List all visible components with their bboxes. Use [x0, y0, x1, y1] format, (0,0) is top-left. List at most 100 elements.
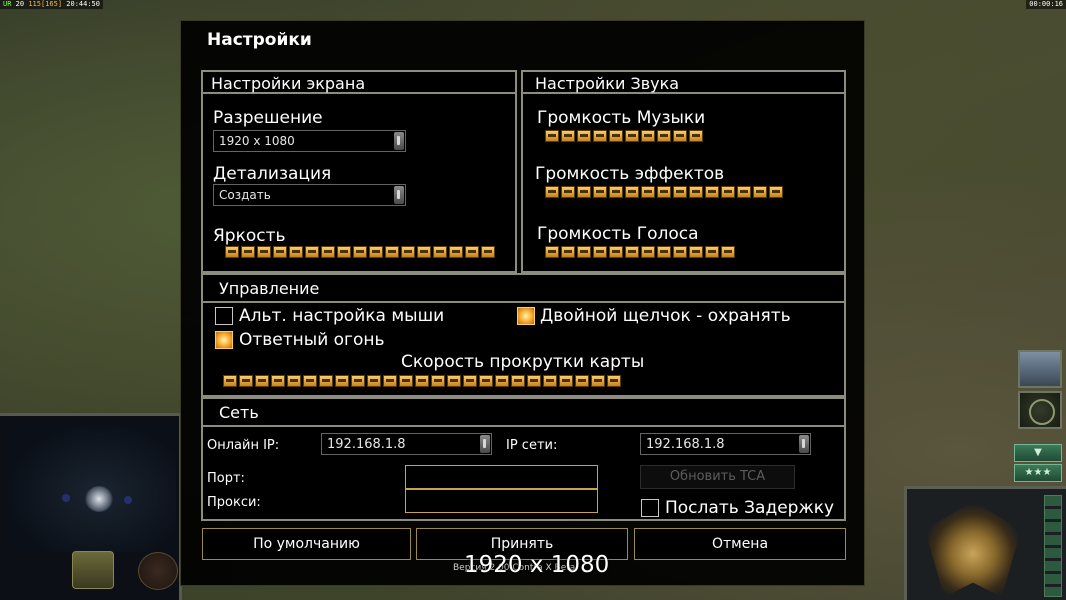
- slider-segment: [591, 375, 605, 387]
- slider-segment: [289, 246, 303, 258]
- slider-segment: [257, 246, 271, 258]
- chevron-down-icon[interactable]: ▼: [1014, 444, 1062, 462]
- slider-segment: [367, 375, 381, 387]
- slider-segment: [673, 246, 687, 258]
- brightness-label: Яркость: [213, 226, 286, 246]
- dropdown-scroll-icon[interactable]: [394, 132, 404, 150]
- slider-segment: [335, 375, 349, 387]
- return-fire-checkbox[interactable]: [215, 331, 233, 349]
- slider-segment: [401, 246, 415, 258]
- minimap-fog-icon: [85, 486, 113, 512]
- slider-segment: [753, 186, 767, 198]
- voice-volume-slider[interactable]: [545, 246, 735, 258]
- resolution-label: Разрешение: [213, 108, 323, 128]
- sound-settings-panel: Настройки Звука Громкость Музыки Громкос…: [521, 70, 846, 273]
- network-panel: Сеть Онлайн IP: 192.168.1.8 IP сети: 192…: [201, 397, 846, 521]
- dropdown-scroll-icon[interactable]: [394, 186, 404, 204]
- dropdown-scroll-icon[interactable]: [480, 435, 490, 453]
- scroll-speed-slider[interactable]: [223, 375, 621, 387]
- slider-segment: [303, 375, 317, 387]
- slider-segment: [545, 186, 559, 198]
- slider-segment: [319, 375, 333, 387]
- slider-segment: [577, 186, 591, 198]
- rank-stars-icon[interactable]: ★★★: [1014, 464, 1062, 482]
- slider-segment: [369, 246, 383, 258]
- slider-segment: [351, 375, 365, 387]
- proxy-label: Прокси:: [207, 495, 261, 510]
- slider-segment: [657, 130, 671, 142]
- minimap-signal-button[interactable]: [138, 552, 178, 590]
- minimap[interactable]: [0, 413, 182, 600]
- port-label: Порт:: [207, 471, 245, 486]
- system-clock: 20:44:50: [66, 0, 100, 8]
- send-delay-checkbox[interactable]: [641, 499, 659, 517]
- slider-segment: [577, 246, 591, 258]
- effects-volume-label: Громкость эффектов: [535, 164, 725, 184]
- network-title: Сеть: [219, 403, 259, 422]
- slider-segment: [689, 246, 703, 258]
- slider-segment: [241, 246, 255, 258]
- scroll-speed-label: Скорость прокрутки карты: [401, 352, 645, 372]
- slider-segment: [321, 246, 335, 258]
- slider-segment: [223, 375, 237, 387]
- window-title: Настройки: [207, 30, 312, 50]
- slider-segment: [561, 246, 575, 258]
- slider-segment: [287, 375, 301, 387]
- slider-segment: [353, 246, 367, 258]
- slider-segment: [657, 186, 671, 198]
- lan-ip-value: 192.168.1.8: [646, 437, 725, 452]
- perf-b: 115: [28, 0, 41, 8]
- slider-segment: [737, 186, 751, 198]
- update-tca-button[interactable]: Обновить TCA: [640, 465, 795, 489]
- proxy-input[interactable]: [405, 489, 598, 513]
- slider-segment: [449, 246, 463, 258]
- slider-segment: [431, 375, 445, 387]
- lan-ip-dropdown[interactable]: 192.168.1.8: [640, 433, 811, 455]
- slider-segment: [561, 130, 575, 142]
- alt-mouse-label: Альт. настройка мыши: [239, 306, 445, 326]
- screen-settings-panel: Настройки экрана Разрешение 1920 x 1080 …: [201, 70, 517, 273]
- music-volume-slider[interactable]: [545, 130, 703, 142]
- online-ip-dropdown[interactable]: 192.168.1.8: [321, 433, 492, 455]
- slider-segment: [607, 375, 621, 387]
- slider-segment: [593, 186, 607, 198]
- slider-segment: [273, 246, 287, 258]
- slider-segment: [385, 246, 399, 258]
- perf-prefix: UR: [3, 0, 12, 8]
- performance-counter: UR 20 115[165] 20:44:50: [0, 0, 103, 9]
- slider-segment: [673, 130, 687, 142]
- resolution-caption: 1920 x 1080: [464, 552, 610, 578]
- slider-segment: [625, 246, 639, 258]
- minimap-diplomacy-button[interactable]: [72, 551, 114, 589]
- port-input[interactable]: [405, 465, 598, 489]
- slider-segment: [641, 130, 655, 142]
- return-fire-label: Ответный огонь: [239, 330, 385, 350]
- slider-segment: [337, 246, 351, 258]
- slider-segment: [495, 375, 509, 387]
- dropdown-scroll-icon[interactable]: [799, 435, 809, 453]
- defaults-button[interactable]: По умолчанию: [202, 528, 411, 560]
- slider-segment: [239, 375, 253, 387]
- alt-mouse-checkbox[interactable]: [215, 307, 233, 325]
- sound-settings-title: Настройки Звука: [535, 74, 680, 93]
- effects-volume-slider[interactable]: [545, 186, 783, 198]
- screen-settings-title: Настройки экрана: [211, 74, 366, 93]
- double-click-guard-checkbox[interactable]: [517, 307, 535, 325]
- resolution-dropdown[interactable]: 1920 x 1080: [213, 130, 406, 152]
- cancel-button[interactable]: Отмена: [634, 528, 846, 560]
- slider-segment: [543, 375, 557, 387]
- slider-segment: [641, 246, 655, 258]
- slider-segment: [657, 246, 671, 258]
- slider-segment: [561, 186, 575, 198]
- controls-header: Управление: [203, 275, 844, 303]
- detail-label: Детализация: [213, 164, 332, 184]
- slider-segment: [465, 246, 479, 258]
- detail-dropdown[interactable]: Создать: [213, 184, 406, 206]
- brightness-slider[interactable]: [225, 246, 495, 258]
- online-ip-value: 192.168.1.8: [327, 437, 406, 452]
- online-ip-label: Онлайн IP:: [207, 438, 280, 453]
- radar-icon[interactable]: [1018, 391, 1062, 429]
- unit-portrait-icon[interactable]: [1018, 350, 1062, 388]
- network-header: Сеть: [203, 399, 844, 427]
- slider-segment: [593, 246, 607, 258]
